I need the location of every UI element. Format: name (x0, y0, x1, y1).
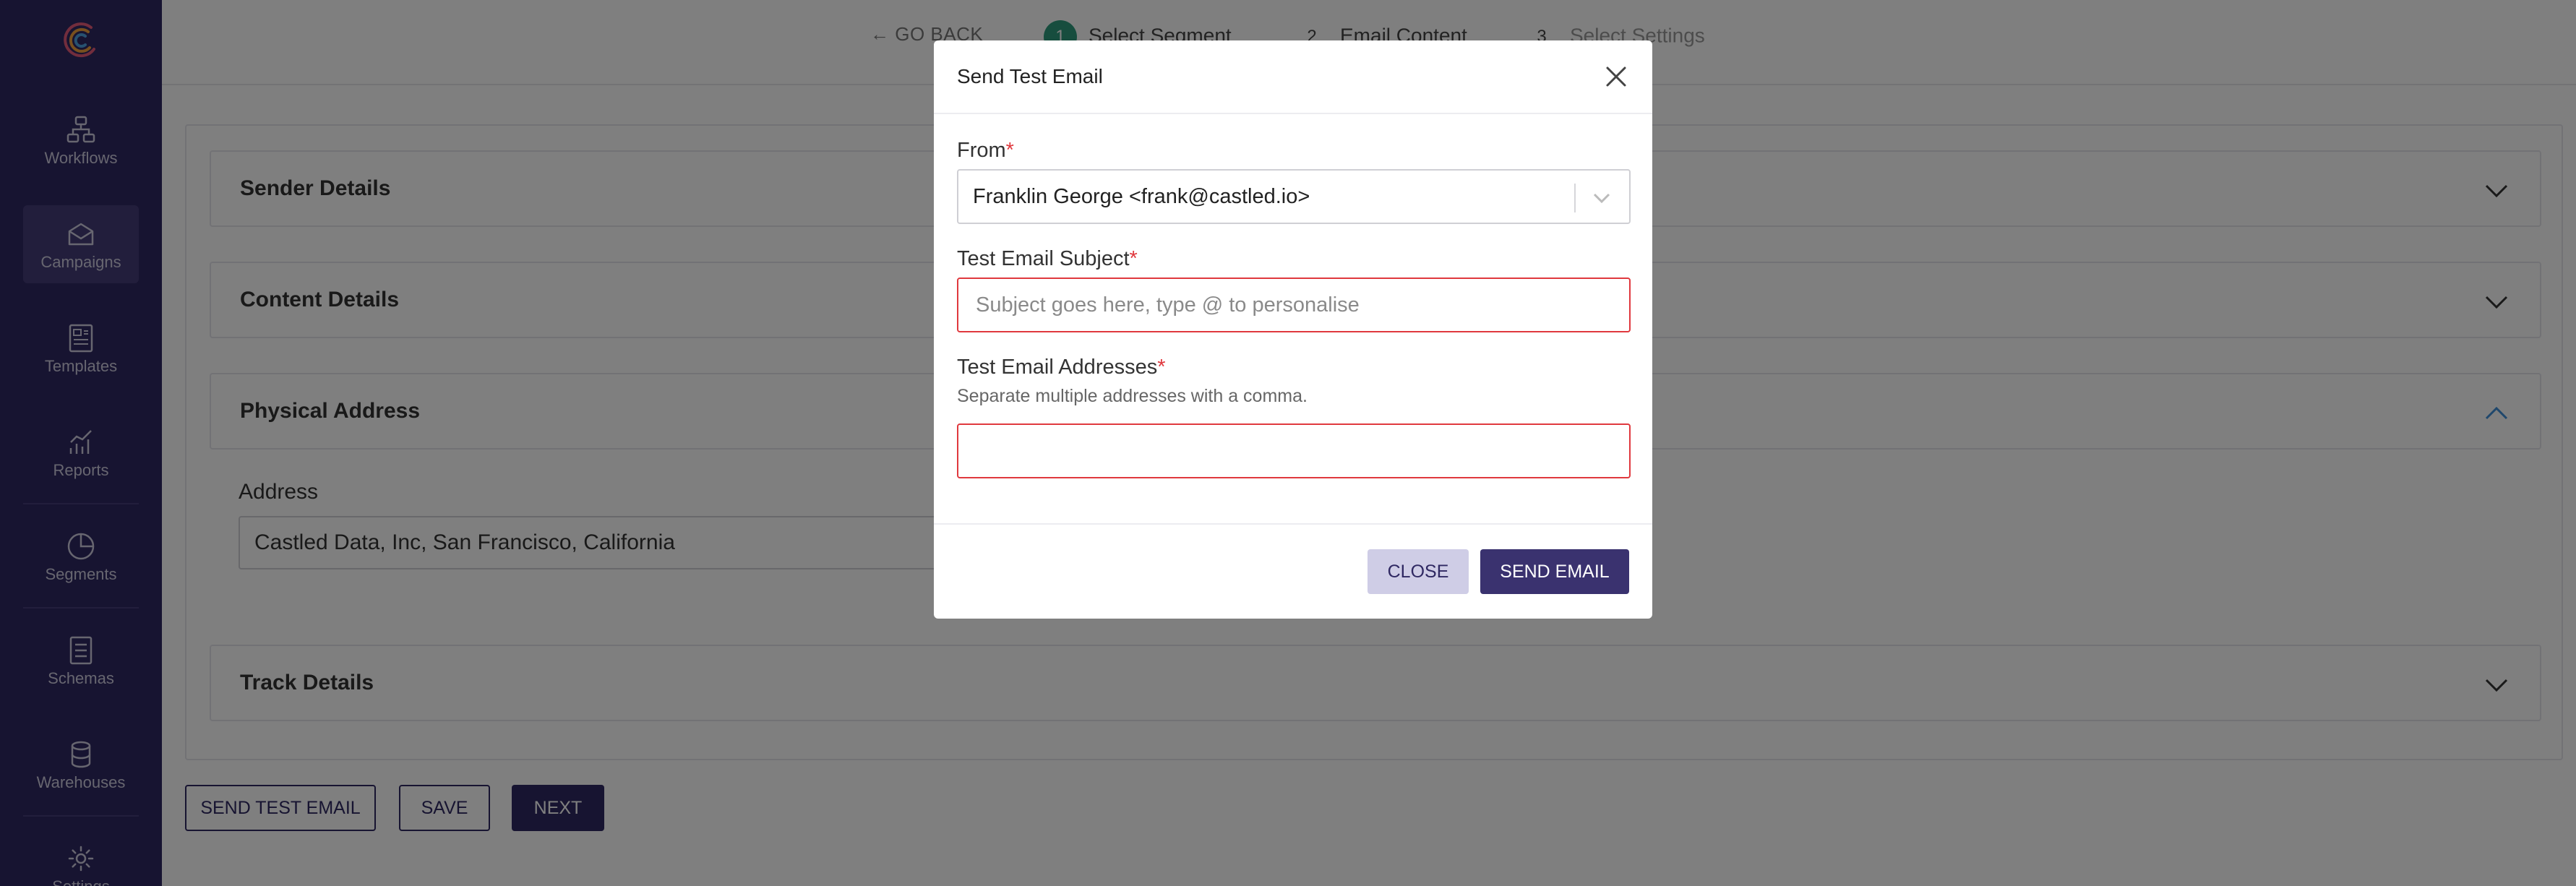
addresses-hint: Separate multiple addresses with a comma… (957, 386, 1308, 406)
from-select[interactable]: Franklin George <frank@castled.io> (957, 169, 1631, 224)
required-marker: * (1129, 247, 1138, 270)
subject-label: Test Email Subject* (957, 247, 1138, 271)
close-button[interactable]: CLOSE (1368, 549, 1469, 594)
send-test-email-dialog: Send Test Email From* Franklin George <f… (934, 40, 1652, 619)
chevron-down-icon[interactable] (1589, 185, 1615, 211)
modal-header: Send Test Email (934, 40, 1652, 114)
close-icon[interactable] (1602, 62, 1631, 91)
addresses-label-text: Test Email Addresses (957, 356, 1158, 379)
from-select-value: Franklin George <frank@castled.io> (973, 185, 1310, 208)
subject-input[interactable] (957, 278, 1631, 332)
addresses-label: Test Email Addresses* (957, 356, 1166, 379)
select-divider (1574, 184, 1576, 212)
from-label: From* (957, 139, 1014, 163)
subject-label-text: Test Email Subject (957, 247, 1130, 270)
send-email-button[interactable]: SEND EMAIL (1480, 549, 1629, 594)
modal-title: Send Test Email (957, 65, 1103, 87)
from-label-text: From (957, 139, 1006, 162)
required-marker: * (1157, 356, 1166, 379)
required-marker: * (1005, 139, 1014, 162)
addresses-input[interactable] (957, 423, 1631, 478)
modal-footer-divider (934, 523, 1652, 525)
